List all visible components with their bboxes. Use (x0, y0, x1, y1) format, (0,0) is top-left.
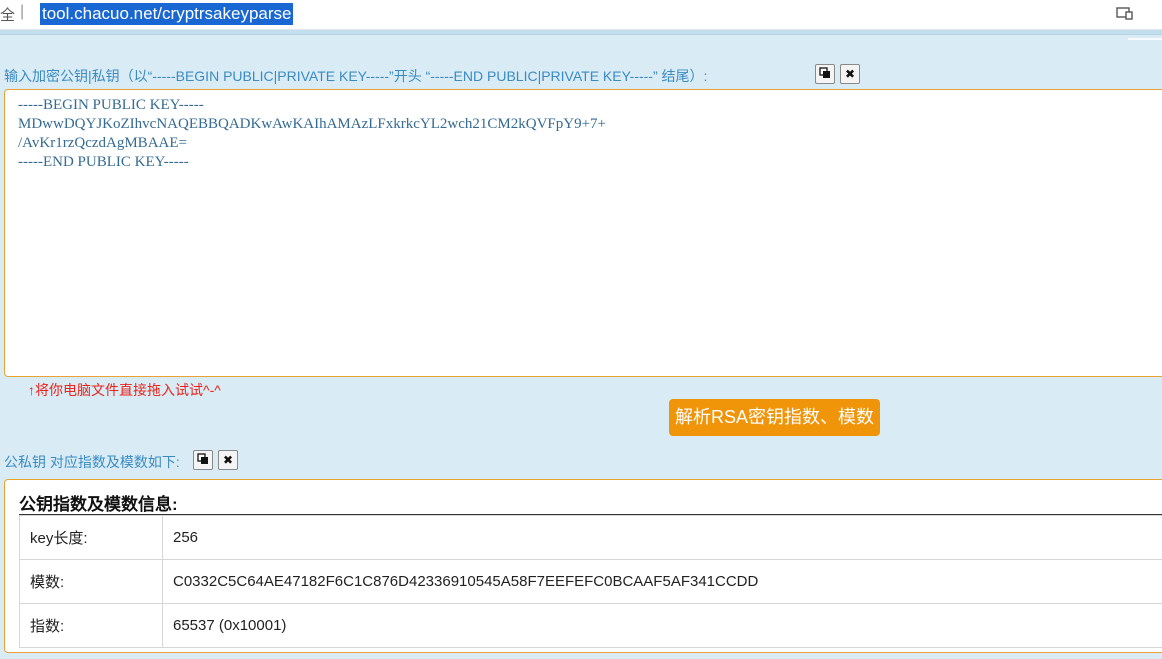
clear-input-button[interactable]: ✖ (840, 64, 860, 84)
exponent-label: 指数: (19, 603, 163, 648)
copy-result-button[interactable] (193, 450, 213, 470)
table-row: key长度: 256 (19, 515, 1162, 560)
header-highlight (1128, 38, 1162, 40)
clear-result-button[interactable]: ✖ (218, 450, 238, 470)
url-field[interactable]: tool.chacuo.net/cryptrsakeyparse (40, 3, 294, 25)
modulus-value: C0332C5C64AE47182F6C1C876D42336910545A58… (162, 559, 1162, 604)
key-info-table: key长度: 256 模数: C0332C5C64AE47182F6C1C876… (19, 515, 1162, 648)
header-divider (0, 34, 1162, 35)
key-input-textarea[interactable]: -----BEGIN PUBLIC KEY----- MDwwDQYJKoZIh… (4, 89, 1162, 377)
result-panel-title: 公钥指数及模数信息: (19, 495, 178, 514)
close-icon: ✖ (844, 67, 856, 81)
close-icon: ✖ (222, 453, 234, 467)
key-input-label: 输入加密公钥|私钥（以“-----BEGIN PUBLIC|PRIVATE KE… (4, 68, 708, 84)
modulus-label: 模数: (19, 559, 163, 604)
copy-input-button[interactable] (815, 64, 835, 84)
site-info-glyph[interactable]: 全 (0, 4, 15, 25)
table-row: 指数: 65537 (0x10001) (19, 603, 1162, 648)
table-row: 模数: C0332C5C64AE47182F6C1C876D4233691054… (19, 559, 1162, 604)
exponent-value: 65537 (0x10001) (162, 603, 1162, 648)
key-length-label: key长度: (19, 515, 163, 560)
result-panel: 公钥指数及模数信息: key长度: 256 模数: C0332C5C64AE47… (4, 479, 1162, 653)
copy-icon (819, 66, 831, 82)
drag-file-hint: ↑将你电脑文件直接拖入试试^-^ (28, 382, 221, 398)
parse-rsa-button[interactable]: 解析RSA密钥指数、模数 (669, 399, 880, 436)
address-separator: | (20, 3, 25, 20)
key-input-text[interactable]: -----BEGIN PUBLIC KEY----- MDwwDQYJKoZIh… (18, 96, 1160, 172)
result-label: 公私钥 对应指数及模数如下: (4, 454, 180, 470)
reader-mode-icon[interactable] (1116, 6, 1134, 20)
browser-address-bar: 全 | tool.chacuo.net/cryptrsakeyparse (0, 0, 1162, 30)
copy-icon (197, 452, 209, 468)
key-length-value: 256 (162, 515, 1162, 560)
